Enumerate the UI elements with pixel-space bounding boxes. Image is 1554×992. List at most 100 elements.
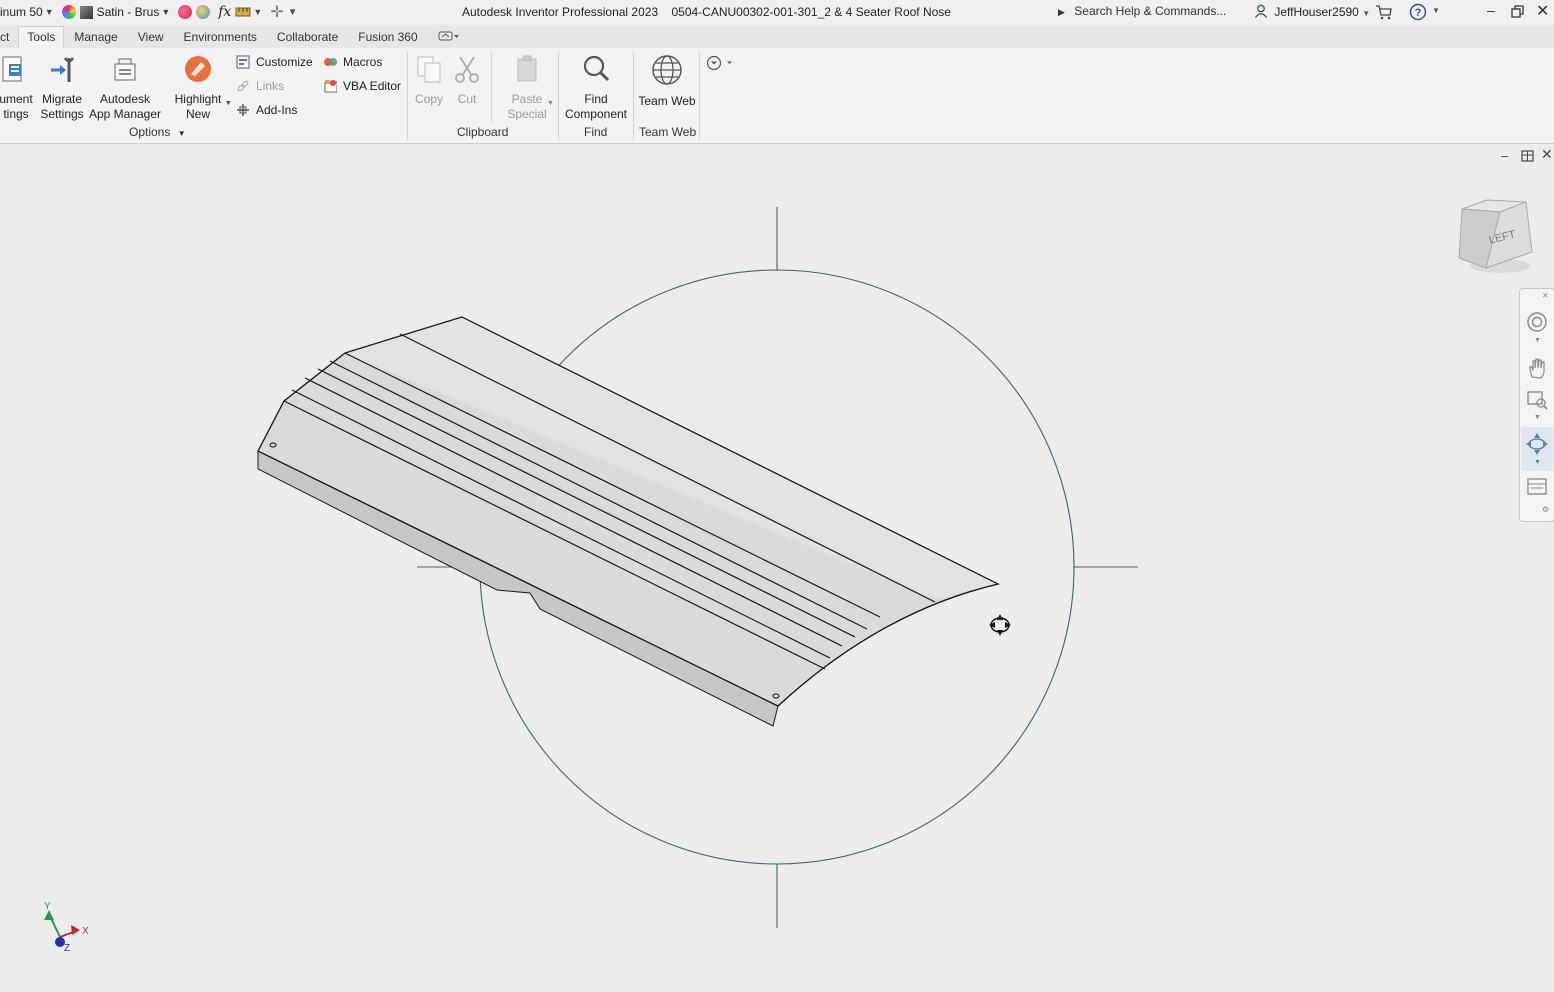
customize-qat-icon[interactable]: ▼	[288, 7, 298, 18]
migrate-settings-button[interactable]: Migrate Settings	[38, 54, 86, 122]
chevron-down-icon: ▼	[253, 7, 263, 17]
user-account[interactable]: JeffHouser2590 ▼	[1254, 4, 1370, 19]
adjust-appearance-icon[interactable]	[196, 5, 211, 19]
user-icon	[1254, 4, 1268, 18]
document-settings-button[interactable]: ument tings	[0, 54, 36, 122]
coordinate-triad: Y X Z	[44, 901, 89, 954]
chevron-down-icon[interactable]: ▼	[547, 100, 554, 107]
links-button[interactable]: Links	[236, 79, 284, 93]
tab-manage[interactable]: Manage	[64, 27, 127, 48]
tab-tools[interactable]: Tools	[18, 26, 65, 48]
migrate-settings-label-2: Settings	[40, 107, 84, 121]
appearance-swatch-icon	[79, 5, 93, 19]
help-icon[interactable]: ?	[1409, 3, 1427, 21]
migrate-settings-label-1: Migrate	[41, 92, 82, 106]
app-name: Autodesk Inventor Professional 2023	[462, 5, 659, 19]
zoom-window-icon[interactable]	[1526, 389, 1548, 411]
add-ins-button[interactable]: Add-Ins	[236, 103, 297, 117]
graphics-viewport[interactable]: – ✕ Y X Z LEFT	[0, 144, 1554, 992]
paste-special-label-2: Special	[507, 107, 547, 121]
cart-icon[interactable]	[1375, 4, 1393, 20]
svg-text:?: ?	[1415, 7, 1422, 19]
minimize-window-icon[interactable]: –	[1487, 2, 1495, 18]
chevron-down-icon[interactable]: ▼	[1534, 414, 1541, 421]
customize-button[interactable]: Customize	[236, 55, 313, 69]
measure-icon[interactable]: ▼	[235, 6, 266, 18]
chevron-down-icon[interactable]: ▼	[1534, 459, 1541, 466]
clear-appearance-icon[interactable]	[178, 5, 193, 19]
app-manager-button[interactable]: Autodesk App Manager	[88, 54, 162, 122]
pan-hand-icon[interactable]	[1526, 357, 1548, 379]
user-name: JeffHouser2590	[1274, 5, 1359, 19]
magnifier-icon	[583, 55, 610, 82]
model-canvas[interactable]: Y X Z LEFT	[0, 144, 1554, 992]
add-ins-label: Add-Ins	[256, 103, 298, 117]
tab-partial[interactable]: ct	[0, 27, 18, 48]
navigation-bar: ✕ ▼ ▼ ▼ ⚙	[1519, 288, 1554, 522]
paste-special-button[interactable]: Paste Special	[505, 54, 549, 122]
ribbon-toggle-icon	[438, 31, 459, 41]
tab-fusion-360[interactable]: Fusion 360	[348, 27, 427, 48]
chevron-down-icon: ▼	[44, 7, 54, 17]
search-input[interactable]: Search Help & Commands...	[1074, 4, 1226, 18]
color-wheel-icon[interactable]	[61, 5, 76, 19]
highlight-new-label-1: Highlight	[174, 92, 222, 106]
view-face-icon[interactable]	[1526, 475, 1548, 497]
copy-icon	[417, 56, 441, 83]
vba-editor-button[interactable]: VBA Editor	[323, 79, 401, 93]
ribbon-separator	[633, 52, 634, 140]
options-label-text: Options	[129, 125, 171, 139]
overflow-icon	[706, 55, 732, 71]
appearance-label: Satin - Brus	[96, 5, 160, 19]
find-component-button[interactable]: Find Component	[562, 54, 630, 122]
window-title: Autodesk Inventor Professional 2023 0504…	[462, 5, 951, 19]
ribbon-separator	[699, 52, 700, 140]
roof-nose-part[interactable]	[257, 316, 1000, 727]
fx-parameters-icon[interactable]: fx	[218, 4, 231, 20]
restore-window-icon[interactable]	[1511, 5, 1524, 18]
title-bar: inum 50 ▼ Satin - Brus ▼ fx ▼ ✛ ▼ Autode…	[0, 0, 1554, 24]
viewcube[interactable]: LEFT	[1458, 199, 1533, 273]
scissors-icon	[455, 56, 479, 83]
team-web-button[interactable]: Team Web	[636, 54, 698, 109]
tab-view[interactable]: View	[128, 27, 174, 48]
add-ins-icon	[237, 104, 249, 116]
ribbon-display-toggle[interactable]	[428, 27, 470, 48]
steering-wheel-icon[interactable]	[1526, 311, 1548, 333]
copy-label: Copy	[414, 92, 443, 106]
axis-x-label: X	[82, 926, 89, 937]
axis-y-label: Y	[44, 901, 51, 912]
document-settings-label-2: tings	[3, 107, 29, 121]
close-window-icon[interactable]: ✕	[1536, 1, 1549, 21]
cut-button[interactable]: Cut	[450, 54, 484, 107]
customize-label: Customize	[256, 55, 313, 69]
find-group-label: Find	[584, 125, 608, 139]
clipboard-group-label: Clipboard	[457, 125, 509, 139]
navbar-close-icon[interactable]: ✕	[1542, 291, 1549, 300]
material-selector[interactable]: inum 50 ▼	[0, 5, 58, 19]
appearance-selector[interactable]: Satin - Brus ▼	[79, 5, 175, 19]
ribbon-panel: ument tings Migrate Settings Autodesk Ap…	[0, 48, 1554, 144]
options-group-label[interactable]: Options ▼	[129, 125, 186, 139]
tab-collaborate[interactable]: Collaborate	[267, 27, 348, 48]
links-label: Links	[256, 79, 285, 93]
navbar-options-icon[interactable]: ⚙	[1542, 505, 1549, 514]
ribbon-overflow-button[interactable]	[706, 55, 734, 74]
help-search[interactable]: ▶ Search Help & Commands...	[1058, 4, 1226, 18]
ribbon-separator	[491, 52, 492, 122]
app-manager-label-2: App Manager	[88, 107, 162, 121]
chevron-down-icon[interactable]: ▼	[1432, 6, 1440, 15]
highlight-new-button[interactable]: Highlight New	[170, 54, 226, 122]
ribbon-tabs: ct Tools Manage View Environments Collab…	[0, 26, 1554, 48]
chevron-down-icon[interactable]: ▼	[225, 100, 232, 107]
macros-button[interactable]: Macros	[323, 55, 382, 69]
app-manager-label-1: Autodesk	[99, 92, 151, 106]
customize-icon	[236, 55, 250, 69]
axis-z-label: Z	[64, 943, 70, 954]
chevron-down-icon[interactable]: ▼	[1534, 337, 1541, 344]
vba-editor-icon	[324, 80, 337, 93]
orbit-icon[interactable]	[1526, 433, 1548, 455]
copy-button[interactable]: Copy	[412, 54, 446, 107]
plus-icon[interactable]: ✛	[270, 2, 283, 22]
tab-environments[interactable]: Environments	[174, 27, 267, 48]
